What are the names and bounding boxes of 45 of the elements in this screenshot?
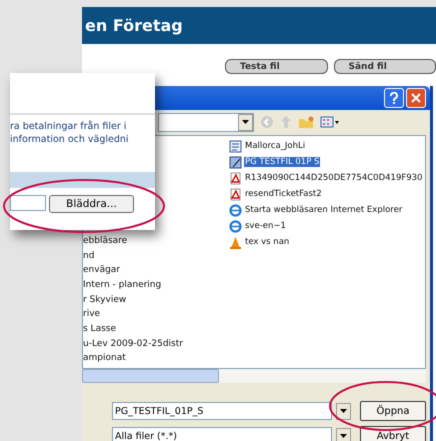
folder-item[interactable]: ampionat bbox=[83, 353, 229, 368]
new-folder-icon[interactable] bbox=[298, 116, 314, 129]
dropdown-button[interactable] bbox=[336, 402, 351, 420]
folder-item[interactable]: rive bbox=[83, 309, 229, 324]
file-item[interactable]: PG TESTFIL 01P S bbox=[244, 157, 320, 167]
browse-button[interactable]: Bläddra... bbox=[49, 195, 134, 213]
file-item[interactable]: sve-en~1 bbox=[244, 221, 287, 231]
browser-icon bbox=[229, 204, 242, 216]
page-button[interactable]: Sänd fil bbox=[334, 59, 436, 74]
file-item[interactable]: Starta webbläsaren Internet Explorer bbox=[244, 205, 404, 215]
help-button[interactable] bbox=[384, 88, 404, 108]
document-icon bbox=[229, 156, 242, 168]
folder-item[interactable]: u-Lev 2009-02-25distr bbox=[83, 338, 229, 354]
file-name-field[interactable]: PG_TESTFIL_01P_S bbox=[112, 402, 332, 420]
folder-item[interactable]: nd bbox=[83, 250, 229, 266]
traffic-cone-icon bbox=[229, 236, 242, 248]
open-button[interactable]: Öppna bbox=[360, 401, 426, 421]
look-in-field[interactable] bbox=[158, 112, 254, 132]
folder-item[interactable]: Intern - planering bbox=[83, 280, 229, 295]
dropdown-button[interactable] bbox=[336, 428, 351, 441]
document-icon bbox=[229, 140, 242, 152]
file-item[interactable]: Mallorca_JohLi bbox=[244, 141, 306, 151]
scroll-thumb[interactable] bbox=[82, 369, 219, 383]
folder-item[interactable]: ebbläsare bbox=[83, 236, 229, 251]
browser-icon bbox=[229, 220, 242, 232]
close-button[interactable] bbox=[406, 88, 426, 108]
file-item[interactable]: resendTicketFast2 bbox=[244, 189, 323, 199]
page-title: en Företag bbox=[85, 16, 183, 35]
folder-item[interactable]: r Skyview bbox=[83, 294, 229, 310]
caret-icon bbox=[340, 409, 347, 413]
description-text: ra betalningar från filer i information och vägledni bbox=[10, 120, 130, 147]
folder-item[interactable]: envägar bbox=[83, 265, 229, 280]
caret-icon bbox=[242, 120, 249, 124]
caret-icon bbox=[340, 434, 347, 438]
help-icon bbox=[389, 92, 399, 104]
file-item[interactable]: R1349090C144D250DE7754C0D419F930 bbox=[244, 173, 424, 183]
file-field[interactable] bbox=[10, 195, 46, 211]
dropdown-button[interactable] bbox=[238, 114, 253, 131]
view-menu-icon[interactable] bbox=[320, 116, 340, 128]
folder-item[interactable]: s Lasse bbox=[83, 324, 229, 339]
file-item[interactable]: tex vs nan bbox=[244, 237, 290, 247]
close-icon bbox=[411, 92, 421, 103]
file-type-field[interactable]: Alla filer (*.*) bbox=[112, 427, 332, 441]
page-button[interactable]: Testa fil bbox=[225, 59, 328, 74]
horizontal-scrollbar[interactable] bbox=[82, 369, 426, 383]
